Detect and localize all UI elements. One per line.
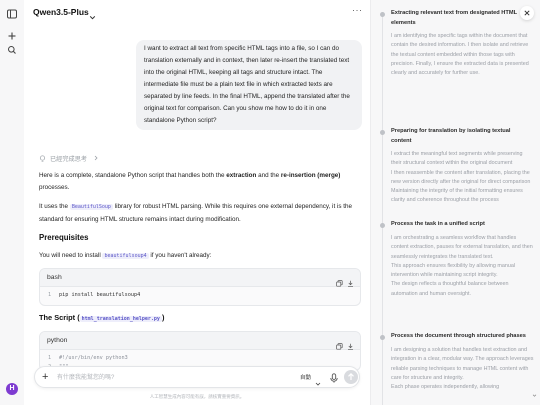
inline-code-filename: html_translation_helper.py [79, 316, 162, 322]
prerequisites-heading: Prerequisites [39, 233, 89, 242]
answer-intro: Here is a complete, standalone Python sc… [39, 172, 341, 191]
sidebar-toggle-icon[interactable] [6, 7, 18, 19]
code-body: 1 pip install beautifulsoup4 [48, 292, 141, 298]
model-selector-label[interactable]: Qwen3.5-Plus [33, 7, 89, 17]
arrow-up-icon [348, 372, 354, 380]
chat-input[interactable] [57, 372, 257, 383]
step-dot-icon [379, 335, 385, 340]
step-title: Extracting relevant text from designated… [391, 10, 517, 26]
chat-main: Qwen3.5-Plus ··· I want to extract all t… [24, 0, 370, 405]
step-body: I extract the meaningful text segments w… [391, 151, 531, 204]
inline-code-beautifulsoup: BeautifulSoup [69, 204, 113, 210]
copy-icon[interactable] [336, 337, 343, 350]
chat-header: Qwen3.5-Plus ··· [24, 0, 370, 24]
download-icon[interactable] [347, 337, 354, 350]
timeline-line [382, 12, 383, 405]
code-language-label: bash [47, 274, 62, 281]
ai-disclaimer: 人工智慧生成內容可能有誤，請核實重要資訊。 [149, 394, 245, 399]
chevron-right-icon [93, 155, 99, 161]
user-avatar[interactable]: H [6, 383, 18, 395]
thought-toggle-label: 已經完成思考 [50, 156, 88, 163]
step-dot-icon [379, 12, 385, 17]
chevron-down-icon[interactable] [89, 8, 96, 20]
step-body: I am identifying the specific tags withi… [391, 33, 529, 77]
step-title: Preparing for translation by isolating t… [391, 128, 511, 144]
step-title: Process the document through structured … [391, 333, 526, 339]
microphone-icon[interactable] [328, 371, 340, 383]
thought-toggle[interactable]: 已經完成思考 [39, 154, 99, 163]
chevron-down-icon[interactable] [315, 374, 321, 386]
code-line: pip install beautifulsoup4 [59, 292, 141, 298]
attach-plus-button[interactable]: + [42, 371, 48, 383]
step-dot-icon [379, 223, 385, 228]
code-language-label: python [47, 337, 68, 344]
step-dot-icon [379, 130, 385, 135]
code-line: #!/usr/bin/env python3 [59, 355, 128, 361]
chat-input-bar: + 自動 [34, 366, 360, 388]
download-icon[interactable] [347, 274, 354, 287]
lightbulb-icon [39, 155, 46, 162]
send-button[interactable] [344, 370, 358, 384]
code-header: bash [40, 269, 360, 287]
inline-code-package: beautifulsoup4 [102, 253, 149, 259]
code-header: python [40, 332, 360, 350]
script-heading: The Script (html_translation_helper.py) [39, 313, 165, 322]
step-body: I am designing a solution that handles t… [391, 347, 534, 391]
thinking-panel: Extracting relevant text from designated… [370, 0, 540, 405]
more-options-button[interactable]: ··· [352, 5, 363, 15]
scroll-indicator-icon[interactable] [532, 393, 537, 398]
answer-uses-paragraph: It uses the BeautifulSoup library for ro… [39, 203, 352, 223]
new-chat-icon[interactable] [6, 29, 18, 41]
step-title: Process the task in a unified script [391, 221, 485, 227]
left-rail: H [0, 0, 24, 405]
step-body: I am orchestrating a seamless workflow t… [391, 235, 533, 297]
copy-icon[interactable] [336, 274, 343, 287]
user-message-bubble: I want to extract all text from specific… [136, 40, 362, 130]
mode-selector-label[interactable]: 自動 [300, 373, 311, 381]
bash-code-block: bash 1 pip install beautifulsoup4 [39, 268, 361, 306]
search-icon[interactable] [6, 43, 18, 55]
python-code-block: python 1#!/usr/bin/env python3 2""" [39, 331, 361, 371]
install-paragraph: You will need to install beautifulsoup4 … [39, 252, 212, 259]
